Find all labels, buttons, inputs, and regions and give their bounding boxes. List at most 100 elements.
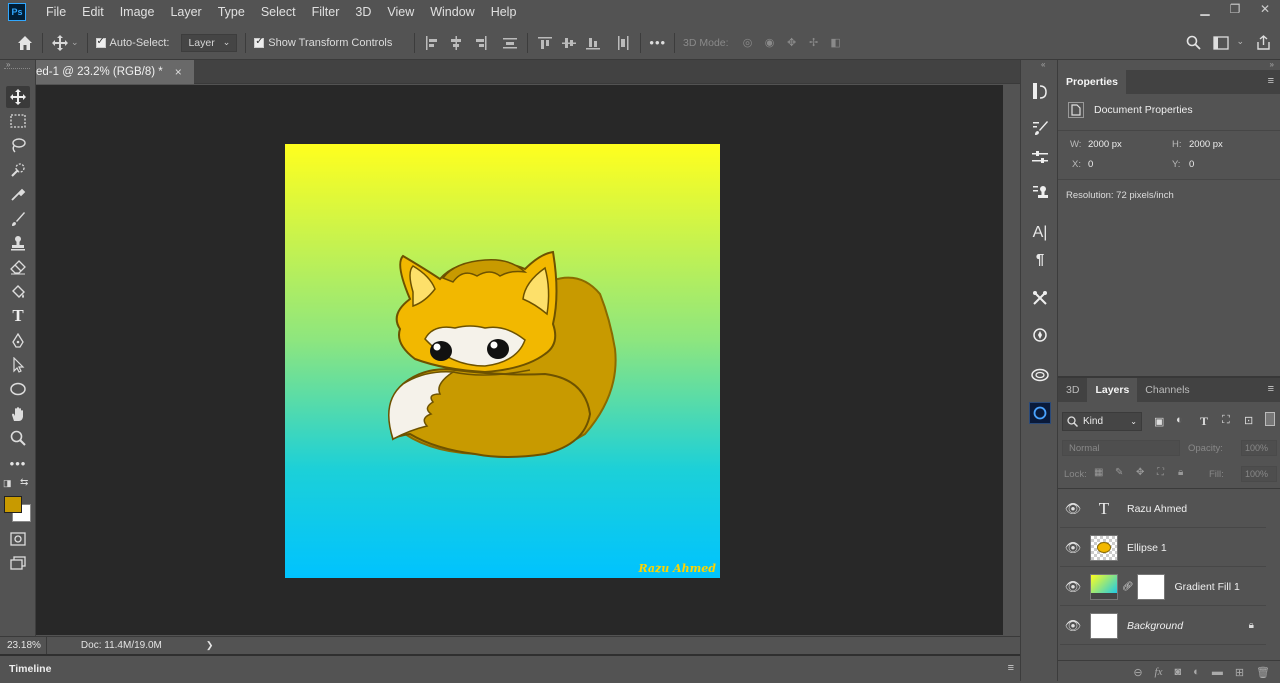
show-transform-checkbox[interactable]: Show Transform Controls: [254, 36, 392, 49]
stamp-tool-icon[interactable]: [6, 232, 30, 254]
new-group-icon[interactable]: ▬: [1212, 666, 1223, 678]
photoshop-logo-icon[interactable]: Ps: [8, 3, 26, 21]
width-value[interactable]: 2000 px: [1088, 139, 1122, 150]
align-middle-icon[interactable]: [560, 34, 578, 52]
ellipse-tool-icon[interactable]: [6, 378, 30, 400]
properties-menu-icon[interactable]: ≡: [1268, 75, 1274, 87]
menu-filter[interactable]: Filter: [304, 0, 348, 24]
timeline-menu-icon[interactable]: ≡: [1008, 662, 1014, 674]
3d-scale-icon[interactable]: ◧: [827, 34, 845, 52]
align-left-icon[interactable]: [423, 34, 441, 52]
type-tool-icon[interactable]: T: [6, 305, 30, 327]
path-select-tool-icon[interactable]: [6, 354, 30, 376]
tab-channels[interactable]: Channels: [1137, 378, 1197, 402]
navigator-icon[interactable]: [1029, 324, 1051, 346]
menu-3d[interactable]: 3D: [347, 0, 379, 24]
clone-source-icon[interactable]: [1029, 181, 1051, 203]
lock-pixels-icon[interactable]: ✎: [1115, 467, 1123, 478]
eraser-tool-icon[interactable]: [6, 256, 30, 278]
tab-3d[interactable]: 3D: [1058, 378, 1087, 402]
quick-mask-icon[interactable]: [6, 528, 30, 550]
paint-bucket-tool-icon[interactable]: [6, 281, 30, 303]
brush-tool-icon[interactable]: [6, 208, 30, 230]
marquee-tool-icon[interactable]: [6, 110, 30, 132]
menu-image[interactable]: Image: [112, 0, 163, 24]
share-icon[interactable]: [1254, 34, 1272, 52]
3d-slide-icon[interactable]: ✢: [805, 34, 823, 52]
layer-row-ellipse[interactable]: 👁︎ Ellipse 1: [1060, 529, 1266, 567]
3d-pan-icon[interactable]: ✥: [783, 34, 801, 52]
default-colors-icon[interactable]: ◨: [3, 478, 12, 489]
minimize-icon[interactable]: ▁: [1190, 0, 1220, 18]
foreground-color-swatch[interactable]: [4, 496, 22, 513]
y-value[interactable]: 0: [1189, 159, 1194, 170]
filter-adjustment-icon[interactable]: ◐: [1176, 414, 1183, 426]
link-icon[interactable]: 🔗︎: [1122, 581, 1133, 592]
menu-file[interactable]: File: [38, 0, 74, 24]
align-top-icon[interactable]: [536, 34, 554, 52]
lock-transparent-icon[interactable]: ▦: [1094, 467, 1103, 478]
distribute-vertical-icon[interactable]: [614, 34, 632, 52]
new-layer-icon[interactable]: ⊞: [1235, 666, 1244, 679]
x-value[interactable]: 0: [1088, 159, 1093, 170]
tool-preset-chevron-icon[interactable]: ⌄: [71, 37, 79, 48]
tab-layers[interactable]: Layers: [1087, 378, 1138, 402]
canvas-area[interactable]: Razu Ahmed: [36, 85, 1003, 635]
adjustment-layer-icon[interactable]: ◐: [1193, 666, 1200, 678]
3d-roll-icon[interactable]: ◉: [761, 34, 779, 52]
collapse-panels-icon[interactable]: »: [1270, 60, 1274, 69]
restore-icon[interactable]: ❐: [1220, 0, 1250, 18]
paragraph-panel-icon[interactable]: ¶: [1029, 248, 1051, 270]
lock-artboard-icon[interactable]: ⛶: [1157, 467, 1164, 478]
home-icon[interactable]: [16, 34, 34, 52]
auto-select-dropdown[interactable]: Layer ⌄: [181, 33, 238, 52]
learn-panel-icon[interactable]: [1029, 402, 1051, 424]
menu-edit[interactable]: Edit: [74, 0, 112, 24]
search-icon[interactable]: [1184, 34, 1202, 52]
layer-row-gradient[interactable]: 👁︎ 🔗︎ Gradient Fill 1: [1060, 568, 1266, 606]
tab-properties[interactable]: Properties: [1058, 70, 1126, 94]
brush-settings-icon[interactable]: [1029, 117, 1051, 139]
artboard[interactable]: Razu Ahmed: [285, 144, 720, 578]
timeline-tab[interactable]: Timeline: [0, 656, 61, 681]
delete-layer-icon[interactable]: 🗑︎: [1256, 666, 1270, 679]
layer-name[interactable]: Background: [1127, 620, 1183, 632]
filter-smart-object-icon[interactable]: ⊡: [1244, 414, 1253, 427]
document-tab[interactable]: ed-1 @ 23.2% (RGB/8) * ×: [36, 60, 194, 84]
collapse-strip-icon[interactable]: «: [1041, 60, 1045, 69]
filter-pixel-icon[interactable]: ▣: [1154, 415, 1164, 428]
menu-view[interactable]: View: [379, 0, 422, 24]
auto-select-checkbox[interactable]: Auto-Select:: [95, 36, 169, 49]
layer-style-icon[interactable]: fx: [1155, 666, 1163, 678]
align-bottom-icon[interactable]: [584, 34, 602, 52]
layer-name[interactable]: Ellipse 1: [1127, 542, 1167, 554]
lasso-tool-icon[interactable]: [6, 134, 30, 156]
zoom-tool-icon[interactable]: [6, 427, 30, 449]
layer-name[interactable]: Razu Ahmed: [1127, 503, 1187, 515]
more-tools-icon[interactable]: •••: [6, 452, 30, 474]
distribute-icon[interactable]: [501, 34, 519, 52]
canvas-scrollbar[interactable]: [1003, 85, 1020, 635]
close-tab-icon[interactable]: ×: [175, 65, 182, 79]
filter-kind-dropdown[interactable]: Kind ⌄: [1062, 412, 1142, 431]
hand-tool-icon[interactable]: [6, 403, 30, 425]
layer-visibility-eye-icon[interactable]: 👁︎: [1060, 618, 1086, 634]
zoom-level[interactable]: 23.18%: [7, 640, 41, 651]
menu-type[interactable]: Type: [210, 0, 253, 24]
eyedropper-tool-icon[interactable]: [6, 183, 30, 205]
workspace-chevron-icon[interactable]: ⌄: [1236, 36, 1244, 47]
character-panel-icon[interactable]: A|: [1029, 222, 1051, 244]
lock-all-icon[interactable]: 🔒︎: [1178, 467, 1183, 478]
add-mask-icon[interactable]: ◙: [1175, 666, 1182, 678]
layer-visibility-eye-icon[interactable]: 👁︎: [1060, 540, 1086, 556]
pen-tool-icon[interactable]: [6, 330, 30, 352]
tools-preset-icon[interactable]: [1029, 287, 1051, 309]
layer-row-text[interactable]: 👁︎ T Razu Ahmed: [1060, 490, 1266, 528]
align-center-icon[interactable]: [447, 34, 465, 52]
swap-colors-icon[interactable]: ⇆: [20, 477, 28, 488]
status-arrow-icon[interactable]: ❯: [206, 640, 214, 651]
height-value[interactable]: 2000 px: [1189, 139, 1223, 150]
layer-row-background[interactable]: 👁︎ Background 🔒︎: [1060, 607, 1266, 645]
screen-mode-icon[interactable]: [6, 552, 30, 574]
move-tool-icon[interactable]: [6, 86, 30, 108]
